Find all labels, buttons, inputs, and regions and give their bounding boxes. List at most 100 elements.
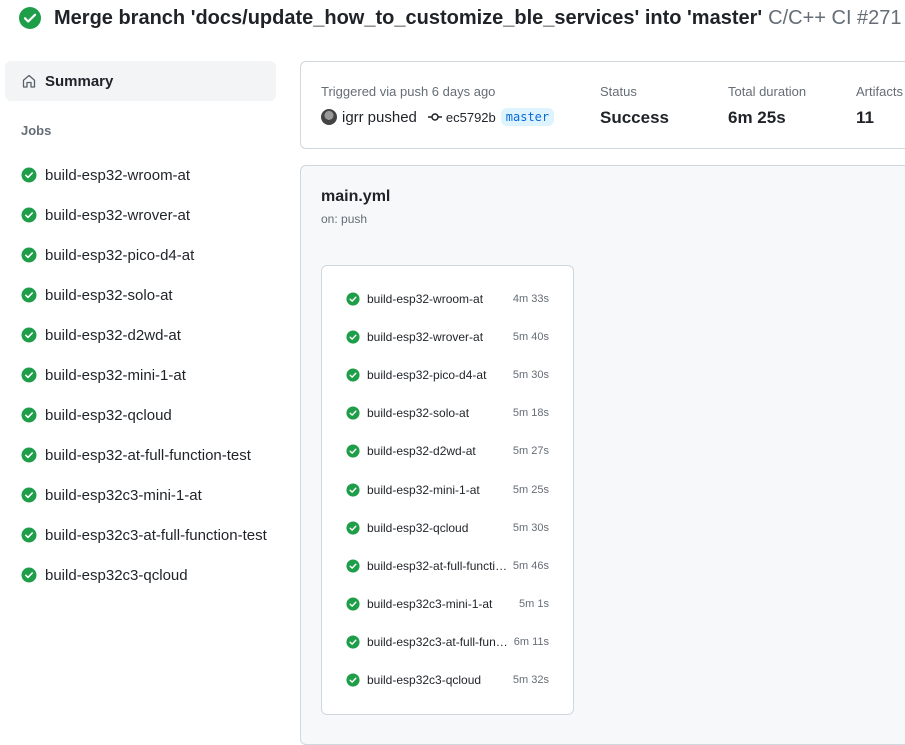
status-info: Status Success [600,84,669,128]
graph-job-duration: 5m 27s [512,445,549,458]
graph-job-name: build-esp32-mini-1-at [367,482,480,497]
run-header: Merge branch 'docs/update_how_to_customi… [18,5,902,31]
graph-job-node[interactable]: build-esp32c3-at-full-function-test 6m 11… [322,623,573,661]
check-circle-fill-icon [346,635,360,649]
check-circle-fill-icon [21,247,37,263]
graph-job-duration: 6m 11s [513,635,549,648]
artifacts-label: Artifacts [856,84,903,99]
graph-job-duration: 5m 30s [512,521,549,534]
check-circle-fill-icon [21,367,37,383]
duration-info: Total duration 6m 25s [728,84,806,128]
sidebar-summary-label: Summary [45,72,114,90]
graph-job-node[interactable]: build-esp32-d2wd-at 5m 27s [322,432,573,470]
home-icon [22,74,36,88]
duration-value: 6m 25s [728,108,786,127]
workflow-trigger: on: push [321,212,368,226]
sidebar-job-label: build-esp32-mini-1-at [45,366,186,384]
sidebar-job-label: build-esp32-pico-d4-at [45,246,195,264]
status-value: Success [600,108,669,127]
check-circle-fill-icon [19,7,41,29]
graph-job-node[interactable]: build-esp32-pico-d4-at 5m 30s [322,356,573,394]
workflow-file-name: main.yml [321,188,391,205]
sidebar-job-item[interactable]: build-esp32c3-mini-1-at [5,475,276,515]
graph-job-node[interactable]: build-esp32-solo-at 5m 18s [322,394,573,432]
sidebar-job-item[interactable]: build-esp32-wroom-at [5,155,276,195]
duration-label: Total duration [728,84,807,99]
trigger-info: Triggered via push 6 days ago igrr pushe… [321,84,555,126]
graph-job-name: build-esp32c3-at-full-function-test [367,634,509,649]
check-circle-fill-icon [21,447,37,463]
graph-job-name: build-esp32-pico-d4-at [367,368,487,383]
check-circle-fill-icon [346,330,360,344]
graph-job-duration: 5m 18s [512,407,549,420]
graph-job-node[interactable]: build-esp32-wroom-at 4m 33s [322,280,573,318]
graph-job-name: build-esp32-solo-at [367,406,470,421]
run-title: Merge branch 'docs/update_how_to_customi… [54,6,763,29]
sidebar-job-list: build-esp32-wroom-at build-esp32-wrover-a… [5,155,276,595]
actor-link[interactable]: igrr [342,109,364,126]
check-circle-fill-icon [346,673,360,687]
status-label: Status [600,84,637,99]
graph-job-node[interactable]: build-esp32-wrover-at 5m 40s [322,318,573,356]
jobs-heading: Jobs [21,123,52,138]
graph-job-node[interactable]: build-esp32-qcloud 5m 30s [322,509,573,547]
branch-badge[interactable]: master [500,108,555,126]
artifacts-info: Artifacts 11 [856,84,903,128]
check-circle-fill-icon [21,327,37,343]
sidebar-item-summary[interactable]: Summary [5,61,276,101]
sidebar-job-item[interactable]: build-esp32-qcloud [5,395,276,435]
avatar[interactable] [321,109,337,125]
check-circle-fill-icon [21,407,37,423]
check-circle-fill-icon [21,207,37,223]
sidebar-job-label: build-esp32-at-full-function-test [45,446,251,464]
run-summary-card: Triggered via push 6 days ago igrr pushe… [300,61,905,149]
graph-job-duration: 5m 30s [512,369,549,382]
check-circle-fill-icon [346,521,360,535]
graph-job-duration: 5m 40s [512,331,549,344]
sidebar-job-item[interactable]: build-esp32-d2wd-at [5,315,276,355]
workflow-graph: main.yml on: push build-esp32-wroom-at 4m… [300,165,905,745]
workflow-run-label[interactable]: C/C++ CI #271 [768,7,901,30]
graph-job-duration: 5m 25s [512,483,549,496]
sidebar-job-label: build-esp32-qcloud [45,406,172,424]
sidebar-job-item[interactable]: build-esp32-solo-at [5,275,276,315]
sidebar-job-label: build-esp32-wrover-at [45,206,191,224]
graph-job-duration: 4m 33s [512,293,549,306]
artifacts-value[interactable]: 11 [856,108,903,128]
sidebar: Summary Jobs build-esp32-wroom-at build-e… [5,61,276,595]
check-circle-fill-icon [21,567,37,583]
sidebar-job-item[interactable]: build-esp32c3-at-full-function-test [5,515,276,555]
graph-job-node[interactable]: build-esp32-at-full-function-test5m 46s [322,547,573,585]
sidebar-job-label: build-esp32-solo-at [45,286,173,304]
sidebar-job-label: build-esp32-wroom-at [45,166,191,184]
workflow-job-group: build-esp32-wroom-at 4m 33s build-esp32-wr… [321,265,574,715]
check-circle-fill-icon [346,292,360,306]
graph-job-duration: 5m 46s [512,559,549,572]
sidebar-job-item[interactable]: build-esp32-pico-d4-at [5,235,276,275]
graph-job-name: build-esp32-wroom-at [367,292,484,307]
graph-job-node[interactable]: build-esp32c3-qcloud 5m 32s [322,661,573,699]
graph-job-name: build-esp32c3-qcloud [367,672,482,687]
sidebar-job-item[interactable]: build-esp32-at-full-function-test [5,435,276,475]
graph-job-node[interactable]: build-esp32c3-mini-1-at 5m 1s [322,585,573,623]
check-circle-fill-icon [21,487,37,503]
graph-job-name: build-esp32-d2wd-at [367,444,476,459]
sidebar-job-item[interactable]: build-esp32c3-qcloud [5,555,276,595]
graph-job-node[interactable]: build-esp32-mini-1-at 5m 25s [322,470,573,508]
sidebar-job-item[interactable]: build-esp32-mini-1-at [5,355,276,395]
check-circle-fill-icon [346,444,360,458]
git-commit-icon [427,113,442,121]
graph-job-name: build-esp32c3-mini-1-at [367,596,493,611]
check-circle-fill-icon [346,368,360,382]
commit-sha-link[interactable]: ec5792b [446,110,496,125]
graph-job-name: build-esp32-at-full-function-test [367,558,509,573]
sidebar-job-item[interactable]: build-esp32-wrover-at [5,195,276,235]
check-circle-fill-icon [346,406,360,420]
graph-job-duration: 5m 1s [519,597,549,610]
push-action: pushed [367,108,417,126]
check-circle-fill-icon [21,167,37,183]
check-circle-fill-icon [346,559,360,573]
graph-job-duration: 5m 32s [512,673,549,686]
check-circle-fill-icon [346,597,360,611]
sidebar-job-label: build-esp32-d2wd-at [45,326,181,344]
